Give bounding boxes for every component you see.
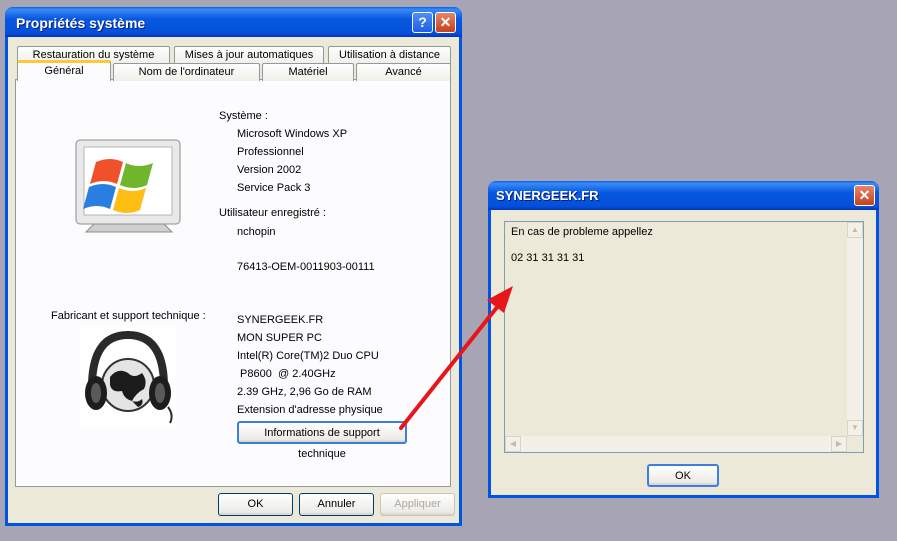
scroll-down-icon[interactable]: ▼ — [847, 420, 863, 436]
scroll-right-icon[interactable]: ▶ — [831, 436, 847, 452]
support-text-area[interactable]: En cas de probleme appellez 02 31 31 31 … — [504, 221, 864, 453]
system-properties-window: Propriétés système ? ✕ Restauration du s… — [5, 7, 462, 526]
product-id: 76413-OEM-0011903-00111 — [237, 261, 375, 273]
horizontal-scrollbar[interactable]: ◀ ▶ — [505, 436, 847, 452]
support-phone: 02 31 31 31 31 — [511, 252, 585, 264]
close-button[interactable]: ✕ — [435, 12, 456, 33]
support-line-1: En cas de probleme appellez — [511, 226, 653, 238]
tab-utilisation-distance[interactable]: Utilisation à distance — [328, 46, 451, 64]
support-close-button[interactable]: ✕ — [854, 185, 875, 206]
model-name: MON SUPER PC — [237, 332, 322, 344]
system-version: Version 2002 — [237, 164, 302, 176]
scroll-left-icon[interactable]: ◀ — [505, 436, 521, 452]
support-info-window: SYNERGEEK.FR ✕ En cas de probleme appell… — [488, 181, 879, 498]
system-service-pack: Service Pack 3 — [237, 182, 311, 194]
tab-avance[interactable]: Avancé — [356, 63, 451, 81]
tab-nom-ordinateur[interactable]: Nom de l'ordinateur — [113, 63, 260, 81]
system-label: Système : — [219, 110, 268, 122]
windows-logo-icon — [75, 139, 181, 233]
tab-mises-a-jour[interactable]: Mises à jour automatiques — [174, 46, 324, 64]
cpu-name: Intel(R) Core(TM)2 Duo CPU — [237, 350, 379, 362]
system-os: Microsoft Windows XP — [237, 128, 348, 140]
pae-info: Extension d'adresse physique — [237, 404, 383, 416]
tab-materiel[interactable]: Matériel — [262, 63, 354, 81]
general-tab-panel: Système : Microsoft Windows XP Professio… — [15, 79, 451, 487]
ram-info: 2.39 GHz, 2,96 Go de RAM — [237, 386, 372, 398]
vertical-scrollbar[interactable]: ▲ ▼ — [847, 222, 863, 436]
apply-button[interactable]: Appliquer — [380, 493, 455, 516]
support-title-bar[interactable]: SYNERGEEK.FR ✕ — [488, 181, 879, 210]
cpu-speed: P8600 @ 2.40GHz — [237, 368, 336, 380]
system-edition: Professionnel — [237, 146, 304, 158]
cancel-button[interactable]: Annuler — [299, 493, 374, 516]
support-ok-button[interactable]: OK — [647, 464, 719, 487]
scroll-corner — [847, 436, 863, 452]
title-bar[interactable]: Propriétés système ? ✕ — [5, 7, 462, 37]
user-name: nchopin — [237, 226, 276, 238]
ok-button[interactable]: OK — [218, 493, 293, 516]
scroll-up-icon[interactable]: ▲ — [847, 222, 863, 238]
support-window-title: SYNERGEEK.FR — [496, 188, 599, 203]
headphones-globe-logo-icon — [80, 327, 176, 429]
tab-general[interactable]: Général — [17, 60, 111, 81]
user-label: Utilisateur enregistré : — [219, 207, 326, 219]
help-button[interactable]: ? — [412, 12, 433, 33]
window-title: Propriétés système — [16, 15, 146, 31]
support-info-button[interactable]: Informations de support technique — [237, 421, 407, 460]
manufacturer-label: Fabricant et support technique : — [51, 310, 206, 322]
manufacturer-name: SYNERGEEK.FR — [237, 314, 324, 326]
